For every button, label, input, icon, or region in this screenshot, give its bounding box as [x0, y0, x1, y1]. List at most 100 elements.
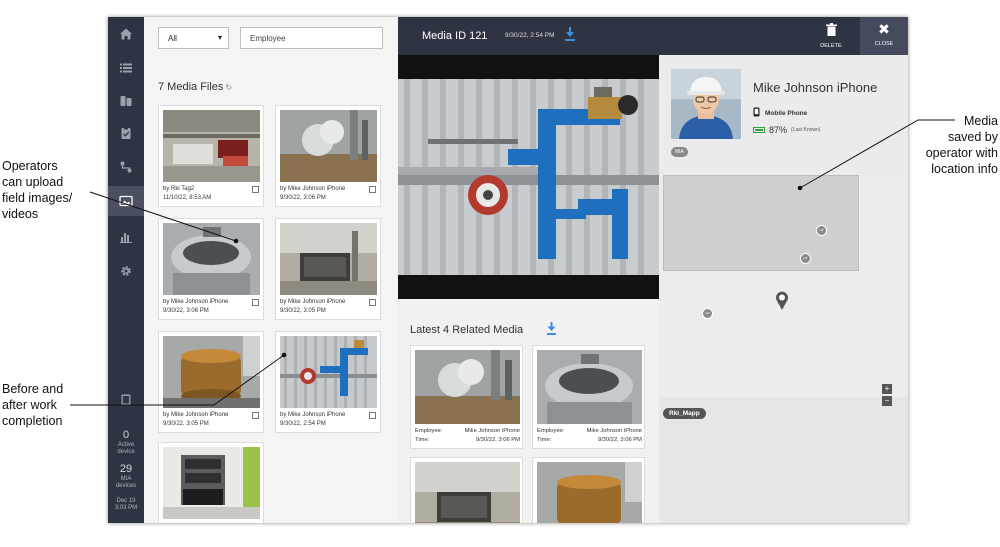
sidebar-date: Dec 19 — [116, 498, 136, 504]
active-device-count: 0 — [122, 429, 130, 441]
media-thumbnail — [163, 110, 260, 182]
callout-upload-line: videos — [2, 207, 39, 221]
media-thumbnail — [415, 462, 520, 523]
location-map[interactable]: LW LW LW Rki_Mapp + − — [659, 175, 908, 523]
image-icon[interactable] — [108, 186, 144, 216]
related-employee-row: Employee: Mike Johnson iPhone — [415, 428, 520, 434]
related-media-card[interactable] — [410, 457, 523, 523]
video-player[interactable] — [398, 55, 659, 299]
map-marker[interactable]: LW — [800, 253, 811, 264]
mia-device-label: devices — [115, 483, 137, 489]
battery-note: (Last Known) — [791, 127, 821, 133]
download-icon[interactable] — [546, 322, 557, 335]
media-thumbnail — [280, 223, 377, 295]
employee-profile-card: Mike Johnson iPhone Mobile Phone 87% (La… — [659, 55, 908, 175]
media-thumbnail — [280, 336, 377, 408]
media-file-card[interactable]: by Mike Johnson iPhone 9/30/22, 3:06 PM — [158, 218, 264, 320]
close-label: CLOSE — [874, 41, 894, 47]
media-file-author: by Mike Johnson iPhone — [163, 299, 229, 305]
media-file-checkbox[interactable] — [252, 299, 259, 306]
callout-upload-line: can upload — [2, 175, 64, 189]
tablet-icon[interactable] — [108, 385, 144, 415]
close-button[interactable]: ✖ CLOSE — [860, 17, 908, 55]
related-media-card[interactable]: Employee: Mike Johnson iPhone Time: 9/30… — [410, 345, 523, 449]
related-media-title: Latest 4 Related Media — [410, 324, 524, 336]
related-time-row: Time: 9/30/22, 3:06 PM — [415, 437, 520, 443]
delete-button[interactable]: DELETE — [811, 17, 851, 55]
media-date: 9/30/22, 2:54 PM — [505, 32, 555, 39]
zoom-out-button[interactable]: − — [882, 396, 892, 406]
list-icon[interactable] — [108, 53, 144, 83]
devices-icon[interactable] — [108, 86, 144, 116]
callout-saved-line: saved by — [947, 130, 998, 144]
media-file-caption: by Mike Johnson iPhone 9/30/22, 3:05 PM — [280, 298, 377, 316]
media-file-author: by Mike Johnson iPhone — [280, 299, 346, 305]
page: Operators can upload field images/ video… — [0, 0, 1000, 547]
video-frame — [398, 79, 659, 275]
related-time-value: 9/30/22, 3:06 PM — [475, 437, 520, 443]
bar-chart-icon[interactable] — [108, 222, 144, 252]
media-file-time: 11/10/22, 8:53 AM — [163, 195, 212, 201]
callout-saved: Media saved by operator with location in… — [926, 113, 998, 177]
media-file-checkbox[interactable] — [252, 412, 259, 419]
map-marker[interactable]: LW — [816, 225, 827, 236]
route-icon[interactable] — [108, 152, 144, 182]
active-device-label: Active — [117, 442, 135, 448]
media-file-time: 9/30/22, 3:05 PM — [163, 421, 209, 427]
gear-icon[interactable] — [108, 256, 144, 286]
download-icon[interactable] — [564, 27, 576, 41]
media-file-checkbox[interactable] — [369, 412, 376, 419]
battery-icon — [753, 127, 765, 133]
home-icon[interactable] — [108, 19, 144, 49]
employee-search-value: Employee — [250, 34, 286, 43]
status-badge: MIA — [671, 147, 688, 157]
map-area-label: Rki_Mapp — [663, 408, 706, 419]
callout-upload-line: field images/ — [2, 191, 73, 205]
callout-saved-line: operator with — [925, 146, 998, 160]
employee-search-input[interactable]: Employee — [240, 27, 383, 49]
media-file-card[interactable]: by Mike Johnson iPhone 9/30/22, 3:05 PM — [158, 331, 264, 433]
filter-select-value: All — [168, 34, 177, 43]
media-file-caption: by Mike Johnson iPhone 9/30/22, 3:05 PM — [163, 411, 260, 429]
media-files-panel: All ▾ Employee 7 Media Files ↻ by Rki Tag… — [144, 17, 398, 523]
employee-name: Mike Johnson iPhone — [753, 80, 878, 95]
related-employee-label: Employee: — [537, 428, 565, 434]
callout-before-after: Before and after work completion — [2, 381, 63, 429]
device-type-label: Mobile Phone — [765, 109, 808, 117]
media-file-caption: by Mike Johnson iPhone 9/30/22, 3:06 PM — [280, 185, 377, 203]
related-employee-value: Mike Johnson iPhone — [586, 428, 642, 434]
related-time-label: Time: — [537, 437, 552, 443]
active-device-label: device — [117, 449, 135, 455]
related-employee-row: Employee: Mike Johnson iPhone — [537, 428, 642, 434]
media-thumbnail — [163, 223, 260, 295]
filter-select[interactable]: All ▾ — [158, 27, 229, 49]
map-marker[interactable]: LW — [702, 308, 713, 319]
media-file-card[interactable] — [158, 442, 264, 523]
media-file-checkbox[interactable] — [252, 186, 259, 193]
callout-before-after-line: after work — [2, 398, 57, 412]
trash-icon — [811, 17, 851, 43]
media-file-card[interactable]: by Mike Johnson iPhone 9/30/22, 2:54 PM — [275, 331, 381, 433]
sidebar-clock: Dec 19 3:03 PM — [108, 498, 144, 512]
callout-upload-line: Operators — [2, 159, 58, 173]
media-file-card[interactable]: by Mike Johnson iPhone 9/30/22, 3:05 PM — [275, 218, 381, 320]
zoom-in-button[interactable]: + — [882, 384, 892, 394]
related-time-value: 9/30/22, 3:06 PM — [597, 437, 642, 443]
media-file-caption: by Mike Johnson iPhone 9/30/22, 3:06 PM — [163, 298, 260, 316]
media-file-author: by Mike Johnson iPhone — [163, 412, 229, 418]
location-pin-icon[interactable] — [775, 291, 789, 311]
delete-label: DELETE — [820, 43, 842, 49]
related-media-card[interactable]: Employee: Mike Johnson iPhone Time: 9/30… — [532, 345, 645, 449]
media-file-checkbox[interactable] — [369, 299, 376, 306]
media-file-time: 9/30/22, 3:06 PM — [280, 195, 326, 201]
media-file-checkbox[interactable] — [369, 186, 376, 193]
media-file-card[interactable]: by Rki Tag2 11/10/22, 8:53 AM — [158, 105, 264, 207]
callout-saved-line: Media — [963, 114, 998, 128]
media-file-author: by Rki Tag2 — [163, 186, 195, 192]
media-file-card[interactable]: by Mike Johnson iPhone 9/30/22, 3:06 PM — [275, 105, 381, 207]
callout-upload: Operators can upload field images/ video… — [2, 158, 72, 222]
related-media-card[interactable] — [532, 457, 645, 523]
clipboard-icon[interactable] — [108, 118, 144, 148]
refresh-icon[interactable]: ↻ — [225, 83, 232, 92]
media-thumbnail — [537, 350, 642, 424]
